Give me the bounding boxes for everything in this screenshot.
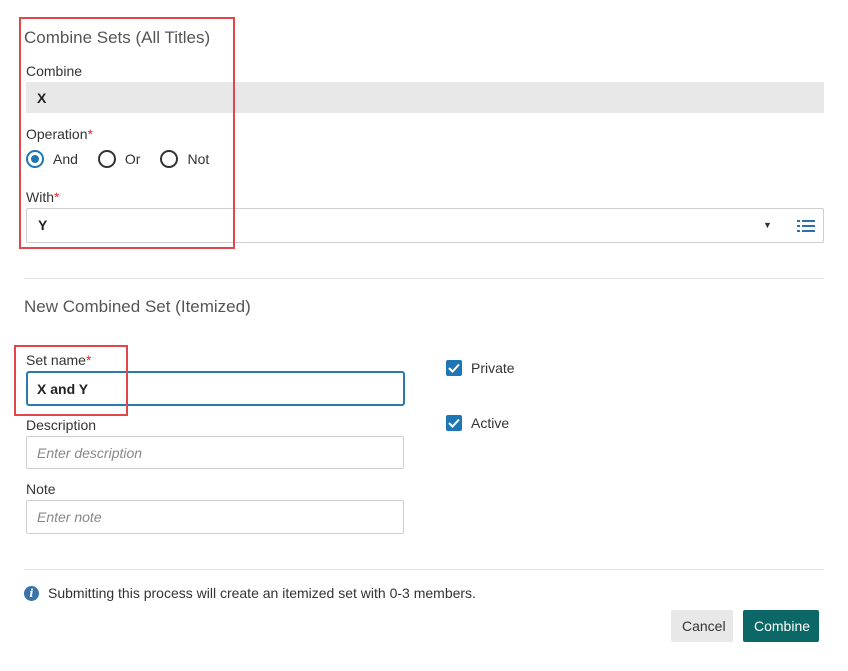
private-label: Private <box>471 360 515 376</box>
required-mark: * <box>54 189 60 205</box>
private-checkbox[interactable]: Private <box>446 360 515 376</box>
operation-radio-and[interactable]: And <box>26 150 78 168</box>
operation-radio-or[interactable]: Or <box>97 150 141 168</box>
set-name-input[interactable] <box>26 371 405 406</box>
info-icon: i <box>24 585 39 601</box>
radio-unchecked-icon[interactable] <box>160 150 179 168</box>
operation-radio-label: Not <box>187 151 210 167</box>
set-name-label-text: Set name <box>26 352 86 368</box>
description-input[interactable] <box>26 436 404 469</box>
operation-radio-not[interactable]: Not <box>160 150 209 168</box>
active-label: Active <box>471 415 510 431</box>
note-input[interactable] <box>26 500 404 534</box>
set-name-label: Set name* <box>26 352 91 368</box>
caret-down-icon[interactable]: ▼ <box>763 209 772 242</box>
section-divider <box>24 569 824 570</box>
checkbox-checked-icon[interactable] <box>446 360 462 376</box>
combine-button[interactable]: Combine <box>743 610 819 642</box>
with-label: With* <box>26 189 59 205</box>
active-checkbox[interactable]: Active <box>446 415 509 431</box>
note-label: Note <box>26 481 56 497</box>
list-icon[interactable] <box>797 220 815 232</box>
checkbox-checked-icon[interactable] <box>446 415 462 431</box>
required-mark: * <box>85 352 92 368</box>
new-set-section-title: New Combined Set (Itemized) <box>24 297 251 316</box>
cancel-button[interactable]: Cancel <box>671 610 733 642</box>
combine-value: X <box>37 89 47 106</box>
operation-radio-label: And <box>53 151 78 167</box>
combine-value-field: X <box>26 82 824 113</box>
radio-checked-icon[interactable] <box>26 150 44 168</box>
info-text: Submitting this process will create an i… <box>48 585 476 601</box>
section-divider <box>24 278 824 279</box>
operation-label: Operation* <box>26 126 93 142</box>
operation-radio-group: And Or Not <box>26 148 229 170</box>
combine-label: Combine <box>26 63 83 79</box>
required-mark: * <box>87 126 93 142</box>
with-select-value: Y <box>38 217 48 233</box>
operation-radio-label: Or <box>124 151 141 167</box>
info-message: i Submitting this process will create an… <box>24 585 476 601</box>
operation-label-text: Operation <box>26 126 88 142</box>
description-label: Description <box>26 417 97 433</box>
with-label-text: With <box>26 189 54 205</box>
with-select[interactable]: Y ▼ <box>26 208 824 243</box>
combine-section-title: Combine Sets (All Titles) <box>24 28 211 47</box>
radio-unchecked-icon[interactable] <box>97 150 116 168</box>
